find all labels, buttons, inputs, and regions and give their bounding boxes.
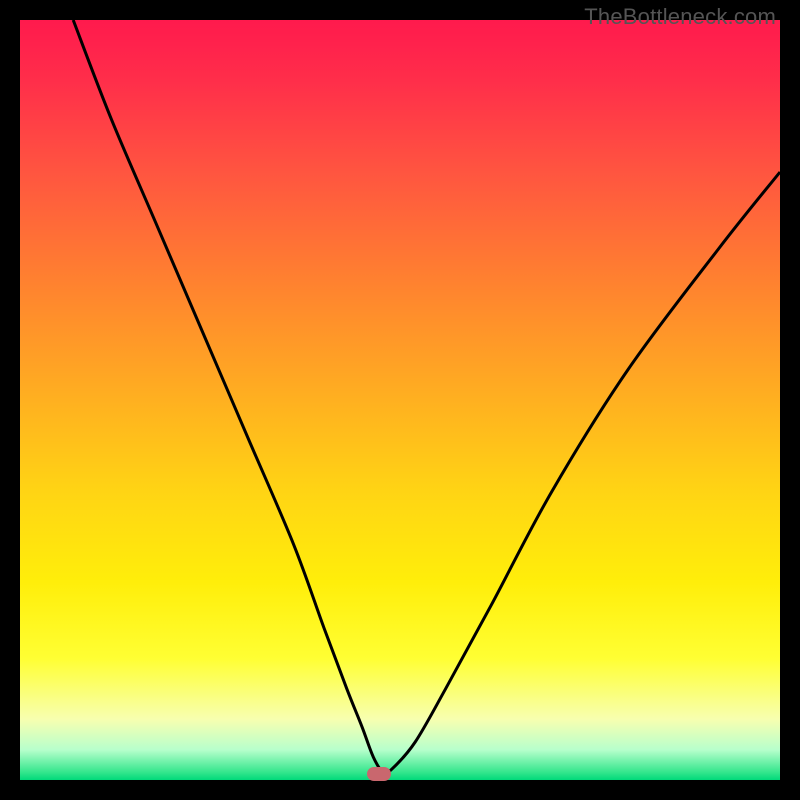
curve-svg	[20, 20, 780, 780]
bottleneck-curve	[73, 20, 780, 773]
minimum-marker	[367, 767, 391, 781]
watermark-text: TheBottleneck.com	[584, 4, 776, 30]
plot-area	[20, 20, 780, 780]
chart-container: TheBottleneck.com	[0, 0, 800, 800]
